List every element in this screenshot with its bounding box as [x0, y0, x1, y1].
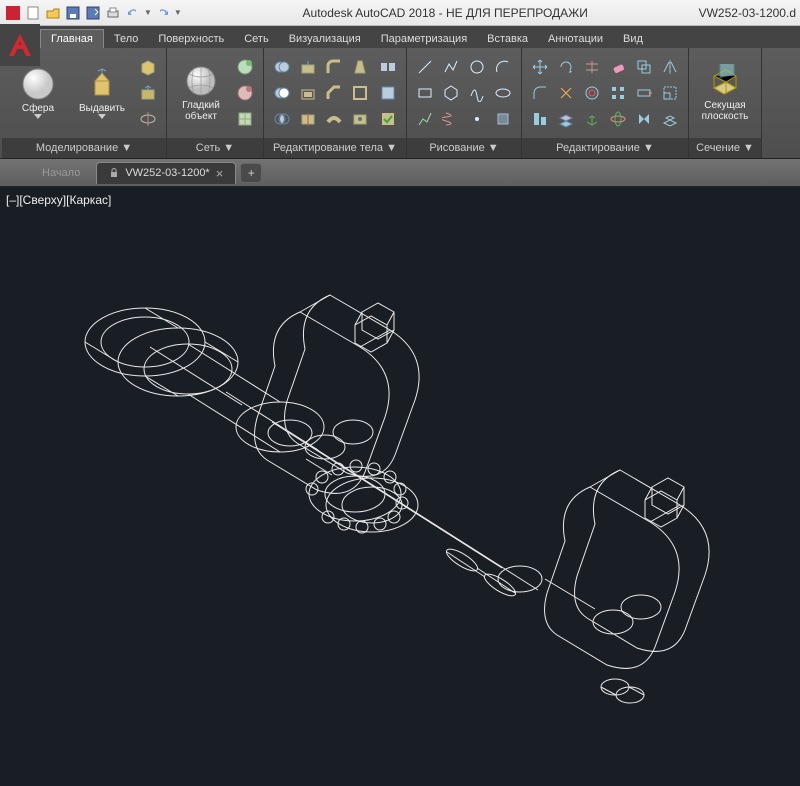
- circle-icon[interactable]: [465, 55, 489, 79]
- document-filename: VW252-03-1200.d: [699, 6, 796, 20]
- explode-icon[interactable]: [554, 81, 578, 105]
- panel-title-solidedit[interactable]: Редактирование тела ▼: [264, 138, 406, 158]
- spline-icon[interactable]: [465, 81, 489, 105]
- 3dmirror-icon[interactable]: [632, 107, 656, 131]
- panel-title-modeling[interactable]: Моделирование ▼: [2, 138, 166, 158]
- clean-icon[interactable]: [376, 81, 400, 105]
- rotate-icon[interactable]: [554, 55, 578, 79]
- saveas-icon[interactable]: [84, 4, 102, 22]
- shell-icon[interactable]: [348, 81, 372, 105]
- rectangle-icon[interactable]: [413, 81, 437, 105]
- mesh-refine-icon[interactable]: [233, 107, 257, 131]
- thicken-icon[interactable]: [322, 107, 346, 131]
- panel-title-modify[interactable]: Редактирование ▼: [522, 138, 688, 158]
- chamfer-edge-icon[interactable]: [322, 81, 346, 105]
- quick-access-toolbar: ▼ ▼ Autodesk AutoCAD 2018 - НЕ ДЛЯ ПЕРЕП…: [0, 0, 800, 26]
- mirror-icon[interactable]: [658, 55, 682, 79]
- check-icon[interactable]: [376, 107, 400, 131]
- imprint-icon[interactable]: [348, 107, 372, 131]
- 3dalign-icon[interactable]: [554, 107, 578, 131]
- move-icon[interactable]: [528, 55, 552, 79]
- panel-section: Секущая плоскость Сечение ▼: [689, 48, 762, 158]
- polyline-icon[interactable]: [439, 55, 463, 79]
- arc-icon[interactable]: [491, 55, 515, 79]
- tab-home[interactable]: Главная: [40, 29, 104, 48]
- model-wireframe: [50, 217, 770, 777]
- tab-view[interactable]: Вид: [613, 30, 653, 48]
- panel-title-mesh[interactable]: Сеть ▼: [167, 138, 263, 158]
- open-icon[interactable]: [44, 4, 62, 22]
- section-plane-button[interactable]: Секущая плоскость: [695, 52, 755, 134]
- ribbon-tab-row: Главная Тело Поверхность Сеть Визуализац…: [0, 26, 800, 48]
- document-tab-bar: Начало VW252-03-1200* × +: [0, 159, 800, 187]
- tab-mesh[interactable]: Сеть: [234, 30, 278, 48]
- tab-annotate[interactable]: Аннотации: [538, 30, 613, 48]
- app-menu-icon[interactable]: [4, 4, 22, 22]
- undo-icon[interactable]: [124, 4, 142, 22]
- extrude-face-icon[interactable]: [296, 55, 320, 79]
- tab-visualize[interactable]: Визуализация: [279, 30, 371, 48]
- tab-parametric[interactable]: Параметризация: [371, 30, 477, 48]
- point-icon[interactable]: [465, 107, 489, 131]
- trim-icon[interactable]: [580, 55, 604, 79]
- scale-icon[interactable]: [658, 81, 682, 105]
- polysolid-icon[interactable]: [136, 55, 160, 79]
- intersect-icon[interactable]: [270, 107, 294, 131]
- union-icon[interactable]: [270, 55, 294, 79]
- panel-title-draw[interactable]: Рисование ▼: [407, 138, 521, 158]
- 3dpoly-icon[interactable]: [413, 107, 437, 131]
- mesh-more-icon[interactable]: [233, 55, 257, 79]
- save-icon[interactable]: [64, 4, 82, 22]
- slice-icon[interactable]: [296, 107, 320, 131]
- panel-modify: Редактирование ▼: [522, 48, 689, 158]
- taper-face-icon[interactable]: [348, 55, 372, 79]
- tab-surface[interactable]: Поверхность: [148, 30, 234, 48]
- viewport-controls-label[interactable]: [–][Сверху][Каркас]: [6, 193, 111, 207]
- erase-icon[interactable]: [606, 55, 630, 79]
- lock-icon: [109, 168, 119, 178]
- copy-icon[interactable]: [632, 55, 656, 79]
- line-icon[interactable]: [413, 55, 437, 79]
- array-icon[interactable]: [606, 81, 630, 105]
- new-icon[interactable]: [24, 4, 42, 22]
- helix-icon[interactable]: [439, 107, 463, 131]
- separate-icon[interactable]: [376, 55, 400, 79]
- extrude-button[interactable]: Выдавить: [72, 52, 132, 134]
- model-viewport[interactable]: [–][Сверху][Каркас]: [0, 187, 800, 786]
- plot-icon[interactable]: [104, 4, 122, 22]
- fillet-icon[interactable]: [528, 81, 552, 105]
- panel-mesh: Гладкий объект Сеть ▼: [167, 48, 264, 158]
- 3dscale-icon[interactable]: [658, 107, 682, 131]
- redo-icon[interactable]: [154, 4, 172, 22]
- panel-solidedit: Редактирование тела ▼: [264, 48, 407, 158]
- tab-insert[interactable]: Вставка: [477, 30, 538, 48]
- ribbon: Сфера Выдавить Моделирование ▼ Гладкий о…: [0, 48, 800, 159]
- region-icon[interactable]: [491, 107, 515, 131]
- polygon-icon[interactable]: [439, 81, 463, 105]
- panel-title-section[interactable]: Сечение ▼: [689, 138, 761, 158]
- 3drotate-icon[interactable]: [606, 107, 630, 131]
- close-tab-icon[interactable]: ×: [216, 166, 224, 181]
- window-title: Autodesk AutoCAD 2018 - НЕ ДЛЯ ПЕРЕПРОДА…: [204, 6, 687, 20]
- align-icon[interactable]: [528, 107, 552, 131]
- tab-solid[interactable]: Тело: [104, 30, 149, 48]
- offset-icon[interactable]: [580, 81, 604, 105]
- new-tab-button[interactable]: +: [240, 163, 262, 183]
- subtract-icon[interactable]: [270, 81, 294, 105]
- fillet-edge-icon[interactable]: [322, 55, 346, 79]
- panel-draw: Рисование ▼: [407, 48, 522, 158]
- offset-face-icon[interactable]: [296, 81, 320, 105]
- tab-start[interactable]: Начало: [30, 162, 92, 184]
- ellipse-icon[interactable]: [491, 81, 515, 105]
- 3dmove-icon[interactable]: [580, 107, 604, 131]
- stretch-icon[interactable]: [632, 81, 656, 105]
- presspull-icon[interactable]: [136, 81, 160, 105]
- smooth-object-button[interactable]: Гладкий объект: [173, 52, 229, 134]
- revolve-icon[interactable]: [136, 107, 160, 131]
- tab-current-document[interactable]: VW252-03-1200* ×: [96, 162, 236, 184]
- mesh-less-icon[interactable]: [233, 81, 257, 105]
- app-logo[interactable]: [0, 24, 40, 66]
